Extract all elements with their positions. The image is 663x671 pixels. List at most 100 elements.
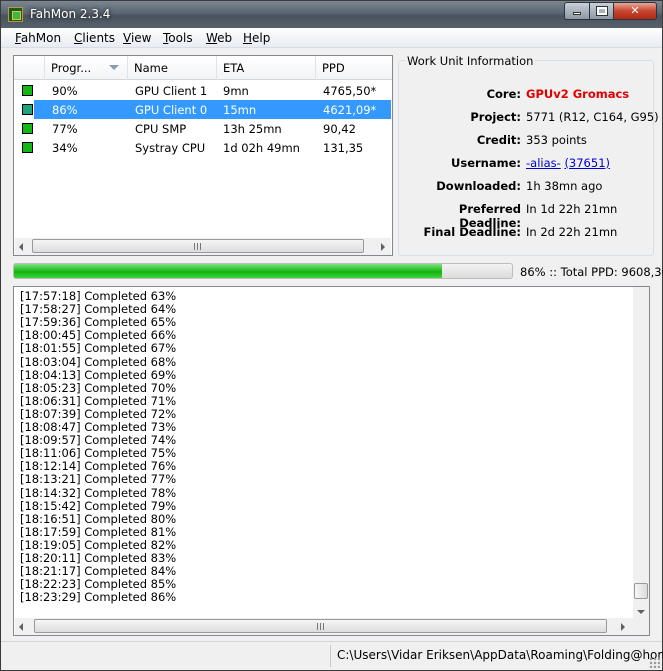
column-header-ppd[interactable]: PPD bbox=[316, 56, 392, 80]
username-link[interactable]: -alias- bbox=[526, 156, 561, 170]
client-eta-cell: 15mn bbox=[223, 103, 257, 117]
scroll-down-icon[interactable] bbox=[637, 610, 645, 614]
client-name-cell: Systray CPU bbox=[135, 141, 206, 155]
clients-list-header: Progr... Name ETA PPD bbox=[14, 56, 392, 80]
log-line: [18:13:21] Completed 77% bbox=[20, 472, 177, 487]
menu-fahmon[interactable]: FahMon bbox=[15, 31, 61, 45]
clients-hscrollbar[interactable] bbox=[15, 238, 391, 255]
log-vscrollbar[interactable] bbox=[633, 287, 649, 618]
log-grip-icon bbox=[316, 623, 325, 630]
scroll-right-icon[interactable] bbox=[381, 243, 385, 251]
log-line: [18:14:32] Completed 78% bbox=[20, 485, 177, 500]
column-header-eta-label: ETA bbox=[223, 61, 245, 75]
log-line: [18:23:29] Completed 86% bbox=[20, 590, 177, 605]
column-header-status[interactable] bbox=[14, 56, 45, 80]
client-row[interactable]: 86% GPU Client 0 15mn 4621,09* bbox=[14, 100, 392, 119]
column-header-progress-label: Progr... bbox=[51, 61, 92, 75]
client-progress-cell: 90% bbox=[52, 84, 78, 98]
column-header-name[interactable]: Name bbox=[128, 56, 217, 80]
maximize-button[interactable] bbox=[589, 2, 614, 20]
scroll-left-icon[interactable] bbox=[19, 243, 23, 251]
core-value: GPUv2 Gromacs bbox=[526, 87, 630, 101]
preferred-deadline-value: In 1d 22h 21mn bbox=[526, 202, 618, 216]
log-line: [18:12:14] Completed 76% bbox=[20, 459, 177, 474]
log-line: [18:11:06] Completed 75% bbox=[20, 446, 177, 461]
close-button[interactable]: ✕ bbox=[613, 2, 657, 20]
username-value: -alias- (37651) bbox=[526, 156, 610, 170]
project-label: Project: bbox=[470, 110, 521, 124]
resize-grip-icon[interactable] bbox=[649, 657, 660, 668]
menu-bar: FahMon Clients View Tools Web Help bbox=[1, 28, 662, 48]
clients-list[interactable]: Progr... Name ETA PPD 90% GPU Client 1 9mn… bbox=[13, 55, 393, 256]
fahmon-app-icon[interactable] bbox=[8, 7, 23, 22]
client-eta-cell: 1d 02h 49mn bbox=[223, 141, 300, 155]
fahmon-window: FahMon 2.3.4 ✕ FahMon Clients View Tools… bbox=[0, 0, 663, 671]
maximize-icon bbox=[595, 6, 608, 16]
client-ppd-cell: 131,35 bbox=[323, 141, 364, 155]
client-ppd-cell: 4621,09* bbox=[323, 103, 377, 117]
client-progress-cell: 86% bbox=[52, 103, 78, 117]
log-hscrollbar[interactable] bbox=[15, 618, 649, 635]
column-header-ppd-label: PPD bbox=[322, 61, 345, 75]
log-vscroll-thumb[interactable] bbox=[634, 583, 648, 599]
client-name-cell: CPU SMP bbox=[135, 122, 187, 136]
log-line: [18:06:31] Completed 71% bbox=[20, 393, 177, 408]
client-row[interactable]: 77% CPU SMP 13h 25mn 90,42 bbox=[14, 119, 392, 138]
menu-web[interactable]: Web bbox=[206, 31, 232, 45]
log-line: [18:04:13] Completed 69% bbox=[20, 367, 177, 382]
log-hscroll-thumb[interactable] bbox=[34, 619, 607, 633]
client-progress-cell: 34% bbox=[52, 141, 78, 155]
log-line: [18:09:57] Completed 74% bbox=[20, 433, 177, 448]
client-name-cell: GPU Client 1 bbox=[135, 84, 208, 98]
team-link[interactable]: (37651) bbox=[564, 156, 610, 170]
menu-view[interactable]: View bbox=[123, 31, 151, 45]
client-status-icon bbox=[22, 104, 33, 115]
project-value: 5771 (R12, C164, G95) bbox=[526, 110, 659, 124]
log-line: [18:16:51] Completed 80% bbox=[20, 511, 177, 526]
minimize-button[interactable] bbox=[564, 2, 590, 20]
column-header-name-label: Name bbox=[134, 61, 168, 75]
log-scroll-right-icon[interactable] bbox=[621, 623, 625, 631]
username-label: Username: bbox=[451, 156, 521, 170]
credit-label: Credit: bbox=[476, 133, 521, 147]
final-deadline-value: In 2d 22h 21mn bbox=[526, 225, 618, 239]
client-row[interactable]: 90% GPU Client 1 9mn 4765,50* bbox=[14, 81, 392, 100]
log-line: [17:59:36] Completed 65% bbox=[20, 315, 177, 330]
title-bar[interactable]: FahMon 2.3.4 ✕ bbox=[1, 1, 662, 28]
log-line: [18:19:05] Completed 82% bbox=[20, 537, 177, 552]
menu-tools[interactable]: Tools bbox=[163, 31, 193, 45]
clients-hscroll-thumb[interactable] bbox=[32, 239, 364, 253]
client-eta-cell: 13h 25mn bbox=[223, 122, 282, 136]
close-icon: ✕ bbox=[630, 4, 640, 17]
status-bar: C:\Users\Vidar Eriksen\AppData\Roaming\F… bbox=[1, 641, 663, 670]
log-line: [18:03:04] Completed 68% bbox=[20, 354, 177, 369]
progress-label: 86% :: Total PPD: 9608,36 bbox=[520, 265, 663, 279]
log-line: [18:15:42] Completed 79% bbox=[20, 498, 177, 513]
client-status-icon bbox=[22, 142, 33, 153]
log-line: [18:22:23] Completed 85% bbox=[20, 577, 177, 592]
log-line: [18:05:23] Completed 70% bbox=[20, 380, 177, 395]
sort-descending-icon bbox=[109, 65, 119, 70]
log-line: [18:08:47] Completed 73% bbox=[20, 420, 177, 434]
final-deadline-label: Final Deadline: bbox=[423, 225, 522, 239]
menu-help[interactable]: Help bbox=[243, 31, 270, 45]
menu-clients[interactable]: Clients bbox=[74, 31, 115, 45]
log-scroll-left-icon[interactable] bbox=[19, 623, 23, 631]
log-line: [18:21:17] Completed 84% bbox=[20, 564, 177, 579]
client-status-icon bbox=[22, 85, 33, 96]
grip-icon bbox=[194, 243, 202, 250]
downloaded-value: 1h 38mn ago bbox=[526, 179, 603, 193]
client-row[interactable]: 34% Systray CPU 1d 02h 49mn 131,35 bbox=[14, 138, 392, 157]
window-title: FahMon 2.3.4 bbox=[30, 7, 111, 21]
column-header-eta[interactable]: ETA bbox=[217, 56, 316, 80]
client-eta-cell: 9mn bbox=[223, 84, 249, 98]
log-line: [18:07:39] Completed 72% bbox=[20, 406, 177, 421]
client-log[interactable]: [17:57:18] Completed 63% [17:58:27] Compl… bbox=[13, 286, 650, 636]
downloaded-label: Downloaded: bbox=[436, 179, 521, 193]
client-progress-cell: 77% bbox=[52, 122, 78, 136]
log-line: [17:57:18] Completed 63% bbox=[20, 289, 177, 303]
core-label: Core: bbox=[486, 87, 521, 101]
credit-value: 353 points bbox=[526, 133, 587, 147]
log-line: [18:20:11] Completed 83% bbox=[20, 551, 177, 565]
work-unit-info-title: Work Unit Information bbox=[405, 54, 536, 68]
